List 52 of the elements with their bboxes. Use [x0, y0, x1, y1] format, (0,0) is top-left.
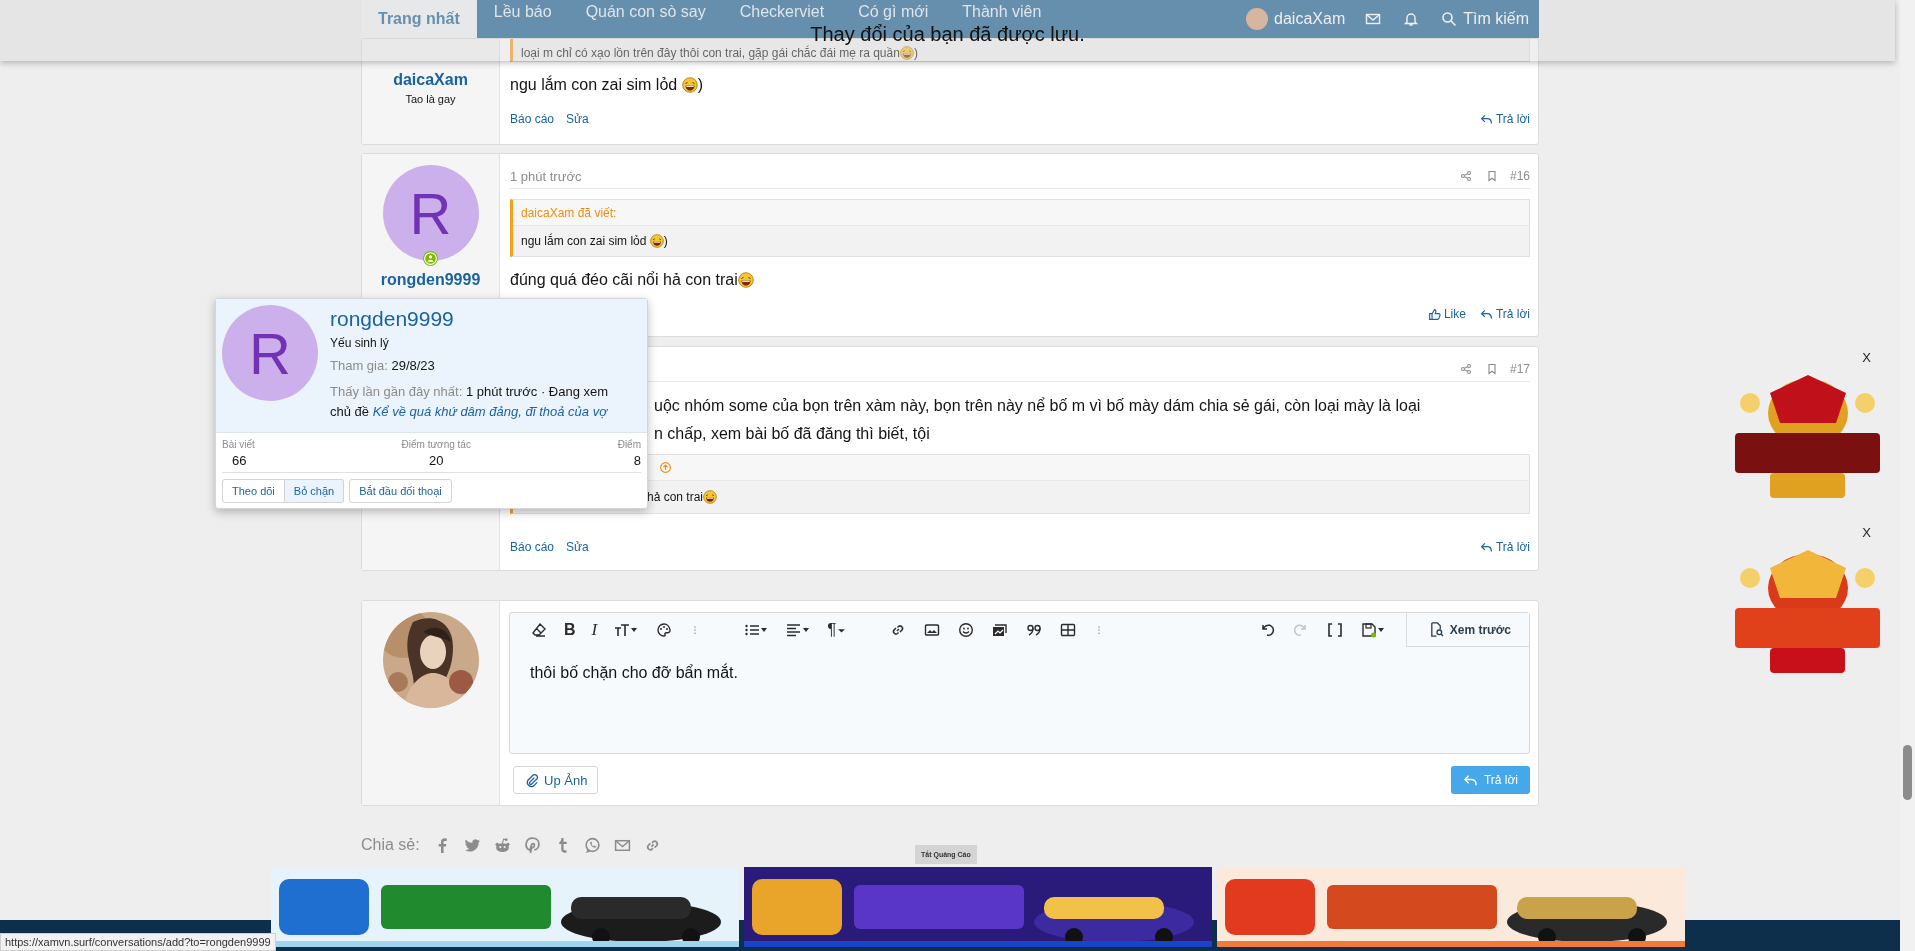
stat-value: 20: [429, 453, 444, 468]
post-time[interactable]: 1 phút trước: [510, 168, 582, 184]
post-number[interactable]: #16: [1509, 169, 1530, 183]
username-link[interactable]: rongden9999: [330, 307, 631, 331]
stat-value: 8: [633, 453, 641, 468]
username-link[interactable]: daicaXam: [393, 71, 468, 89]
username-link[interactable]: rongden9999: [380, 271, 481, 289]
status-url: https://xamvn.surf/conversations/add?to=rongden9999: [0, 933, 276, 951]
quote-text: hả con trai: [647, 490, 704, 504]
preview-button[interactable]: Xem trước: [1405, 613, 1529, 647]
joined-date: Tham gia: 29/8/23: [330, 357, 436, 375]
stat-value: 66: [231, 453, 247, 468]
reply-link[interactable]: Trả lời: [1479, 112, 1530, 126]
stat-label: Điểm: [617, 439, 641, 450]
post-action-link[interactable]: Báo cáo: [510, 540, 555, 554]
message-text: ngu lắm con zai sim lỏd: [510, 74, 679, 95]
quote-text: ): [663, 234, 668, 248]
user-title: Tao là gay: [405, 93, 456, 105]
like-link[interactable]: Like: [1427, 307, 1466, 321]
stat-label: Điểm tương tác: [401, 439, 471, 450]
post-action-link[interactable]: Sửa: [566, 540, 589, 554]
user-link[interactable]: daicaXam: [1274, 10, 1346, 28]
start-conversation-button[interactable]: Bắt đầu đối thoại: [349, 479, 452, 503]
post-action-link[interactable]: Sửa: [566, 112, 589, 126]
avatar[interactable]: R: [222, 305, 318, 401]
message-text: uộc nhóm some của bọn trên xàm này, bọn trên này nể bố m vì bố mày dám chia sẻ gái, còn loại mày là loại: [654, 396, 1421, 416]
quote-text: ): [913, 46, 918, 60]
quote-text: loại m chỉ có xạo lồn trên đây thôi con trai, gặp gái chắc đái mẹ ra quần: [521, 46, 900, 60]
message-text: ): [697, 75, 703, 95]
thread-link[interactable]: Kể về quá khứ dâm đảng, đĩ thoả của vợ: [372, 404, 607, 419]
reply-link[interactable]: Trả lời: [1479, 307, 1530, 321]
post-number[interactable]: #17: [1509, 362, 1530, 376]
close-ad-button[interactable]: X: [1862, 350, 1871, 365]
paragraph-button[interactable]: ¶: [819, 620, 856, 640]
popup-button[interactable]: Bỏ chặn: [284, 479, 345, 503]
attach-button[interactable]: Up Ảnh: [513, 766, 599, 794]
post-action-link[interactable]: Báo cáo: [510, 112, 555, 126]
message-text: n chấp, xem bài bố đã đăng thì biết, tội: [654, 424, 930, 444]
italic-button[interactable]: I: [583, 620, 606, 640]
stat-label: Bài viết: [222, 439, 255, 450]
message-text: đúng quá đéo cãi nổi hả con trai: [510, 270, 738, 290]
avatar[interactable]: R: [382, 165, 479, 261]
popup-button[interactable]: Theo dõi: [222, 479, 285, 503]
quote-text: ngu lắm con zai sim lỏd: [521, 234, 648, 248]
user-title: Yếu sinh lý: [330, 336, 390, 350]
message-input[interactable]: thôi bố chặn cho đỡ bẩn mắt.: [510, 648, 1529, 698]
bold-button[interactable]: B: [556, 621, 584, 639]
reply-link[interactable]: Trả lời: [1479, 540, 1530, 554]
search-link[interactable]: Tìm kiếm: [1441, 10, 1529, 28]
last-seen-text: Thấy lần gần đây nhất: 1 phút trước · Đang xem chủ đề Kể về quá khứ dâm đảng, đĩ thoả của vợ: [330, 383, 610, 421]
share-label: Chia sẻ:: [361, 836, 420, 854]
close-ad-button[interactable]: X: [1862, 525, 1871, 540]
